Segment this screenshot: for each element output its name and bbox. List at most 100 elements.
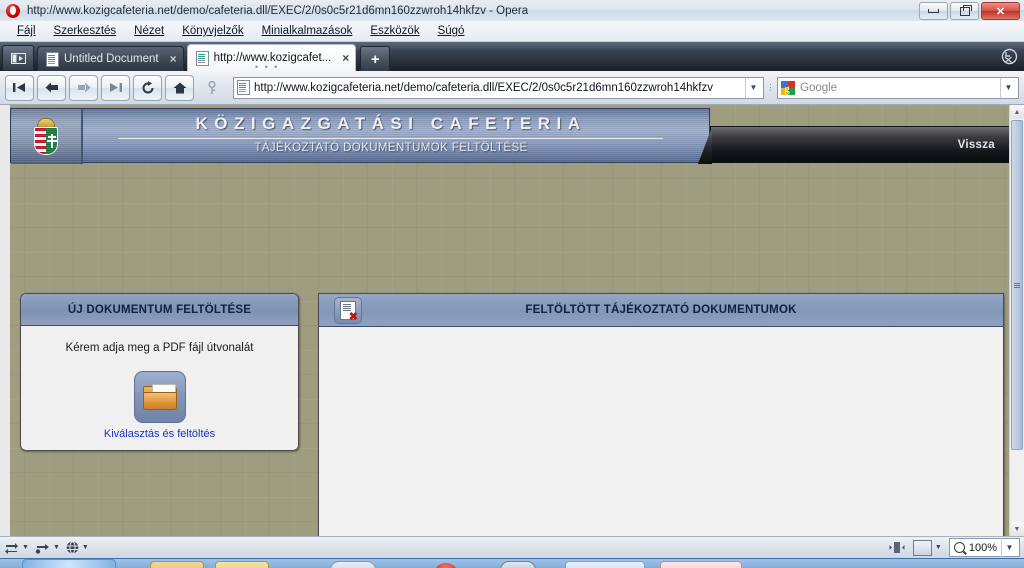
zoom-control[interactable]: 100% ▼ xyxy=(948,537,1020,558)
shield-shape xyxy=(34,126,58,155)
taskbar-start-button[interactable] xyxy=(22,559,116,568)
taskbar-item-3[interactable] xyxy=(330,561,376,568)
taskbar-item-2[interactable] xyxy=(215,561,269,568)
menu-item-help[interactable]: Súgó xyxy=(429,23,474,39)
uploaded-documents-list xyxy=(319,327,1003,536)
images-toggle-button[interactable] xyxy=(888,541,906,554)
tab-strip: Untitled Document × http://www.kozigcafe… xyxy=(0,42,1024,72)
taskbar-item-7[interactable] xyxy=(660,561,742,568)
back-button[interactable] xyxy=(37,74,66,101)
document-lines xyxy=(343,304,351,305)
document-delete-icon[interactable]: ✖ xyxy=(334,297,362,324)
delete-x-mark: ✖ xyxy=(348,311,358,323)
folder-front xyxy=(142,392,177,410)
new-tab-button[interactable]: + xyxy=(360,46,391,71)
fast-forward-button[interactable] xyxy=(101,74,130,101)
reload-icon xyxy=(142,80,153,93)
svg-text:g: g xyxy=(784,83,790,95)
menu-item-view[interactable]: Nézet xyxy=(125,23,173,39)
trash-glyph xyxy=(1001,48,1017,65)
new-document-panel-header: ÚJ DOKUMENTUM FELTÖLTÉSE xyxy=(21,294,298,326)
transfers-icon xyxy=(5,542,18,554)
fit-window-caret-icon[interactable]: ▼ xyxy=(935,544,942,551)
status-bar: ▼ ▼ ▼ ▼ 100% ▼ xyxy=(0,536,1024,558)
scroll-down-button[interactable]: ▼ xyxy=(1010,522,1024,536)
rewind-icon xyxy=(13,83,25,92)
globe-icon xyxy=(66,541,79,554)
upload-hint-text: Kérem adja meg a PDF fájl útvonalát xyxy=(65,342,254,354)
reload-button[interactable] xyxy=(133,74,162,101)
close-button[interactable]: ✕ xyxy=(981,2,1020,20)
browser-tab-2-close-icon[interactable]: × xyxy=(336,51,349,65)
taskbar-item-1[interactable] xyxy=(150,561,204,568)
address-bar-input[interactable]: http://www.kozigcafeteria.net/demo/cafet… xyxy=(254,82,741,94)
rewind-button[interactable] xyxy=(5,74,34,101)
folder-glyph xyxy=(142,384,177,410)
search-bar[interactable]: g Google ▼ xyxy=(777,76,1019,99)
scroll-up-button[interactable]: ▲ xyxy=(1010,105,1024,119)
upload-link[interactable]: Kiválasztás és feltöltés xyxy=(104,428,215,440)
menu-item-tools-label: Eszközök xyxy=(370,25,420,37)
banner-blue-plate: KÖZIGAZGATÁSI CAFETERIA TÁJÉKOZTATÓ DOKU… xyxy=(10,108,710,164)
connections-icon xyxy=(35,543,49,554)
connections-button[interactable]: ▼ xyxy=(35,542,60,554)
globe-button[interactable]: ▼ xyxy=(66,541,89,554)
page-banner: KÖZIGAZGATÁSI CAFETERIA TÁJÉKOZTATÓ DOKU… xyxy=(10,108,1010,164)
search-dropdown-icon[interactable]: ▼ xyxy=(1000,77,1016,98)
restore-button[interactable] xyxy=(950,2,979,20)
back-link[interactable]: Vissza xyxy=(958,139,995,151)
menu-item-widgets[interactable]: Minialkalmazások xyxy=(253,23,362,39)
key-icon xyxy=(207,80,216,94)
scroll-thumb[interactable] xyxy=(1011,120,1023,450)
toolbar-gripper[interactable]: ⋮ xyxy=(767,77,775,99)
taskbar-item-6[interactable] xyxy=(565,561,645,568)
opera-browser-window: http://www.kozigcafeteria.net/demo/cafet… xyxy=(0,0,1024,568)
transfers-caret-icon[interactable]: ▼ xyxy=(22,544,29,551)
windows-taskbar[interactable] xyxy=(0,558,1024,568)
trash-icon[interactable] xyxy=(997,45,1021,68)
menu-item-bookmarks[interactable]: Könyvjelzők xyxy=(173,23,252,39)
fit-window-button[interactable]: ▼ xyxy=(912,539,942,556)
taskbar-item-5[interactable] xyxy=(500,561,536,568)
browser-tab-1[interactable]: Untitled Document × xyxy=(37,46,184,71)
zoom-dropdown-icon[interactable]: ▼ xyxy=(1001,537,1017,558)
search-input[interactable]: Google xyxy=(800,82,995,94)
fast-forward-icon xyxy=(110,83,122,92)
document-delete-glyph: ✖ xyxy=(340,301,358,323)
magnifier-icon xyxy=(953,542,965,553)
address-dropdown-icon[interactable]: ▼ xyxy=(745,77,761,98)
transfers-button[interactable]: ▼ xyxy=(4,542,29,554)
menu-item-view-label: Nézet xyxy=(134,25,165,37)
status-bar-right: ▼ 100% ▼ xyxy=(888,537,1020,558)
folder-icon[interactable] xyxy=(133,371,186,423)
forward-button[interactable] xyxy=(69,74,98,101)
browser-tab-1-label: Untitled Document xyxy=(64,53,159,65)
panel-toggle-icon xyxy=(10,52,26,64)
upload-control[interactable]: Kiválasztás és feltöltés xyxy=(21,371,298,440)
title-bar: http://www.kozigcafeteria.net/demo/cafet… xyxy=(0,0,1024,22)
menu-item-help-label: Súgó xyxy=(437,25,465,37)
menu-item-edit-label: Szerkesztés xyxy=(53,25,117,37)
banner-subtitle: TÁJÉKOZTATÓ DOKUMENTUMOK FELTÖLTÉSE xyxy=(254,142,528,154)
address-bar[interactable]: http://www.kozigcafeteria.net/demo/cafet… xyxy=(233,76,764,99)
menu-item-tools[interactable]: Eszközök xyxy=(361,23,428,39)
back-arrow-icon xyxy=(45,82,58,93)
page-vertical-scrollbar[interactable]: ▲ ▼ xyxy=(1009,105,1024,536)
page-left-margin xyxy=(0,105,10,536)
home-button[interactable] xyxy=(165,74,194,101)
panel-toggle-button[interactable] xyxy=(2,45,34,71)
shield-cross xyxy=(47,133,57,148)
menu-item-bookmarks-label: Könyvjelzők xyxy=(182,25,244,37)
zoom-level-value: 100% xyxy=(968,541,997,554)
security-button[interactable] xyxy=(197,75,226,101)
connections-caret-icon[interactable]: ▼ xyxy=(53,544,60,551)
menu-item-edit[interactable]: Szerkesztés xyxy=(45,23,126,39)
globe-caret-icon[interactable]: ▼ xyxy=(82,544,89,551)
images-toggle-icon xyxy=(889,542,905,553)
menu-item-file[interactable]: Fájl xyxy=(8,23,45,39)
window-title: http://www.kozigcafeteria.net/demo/cafet… xyxy=(27,4,529,17)
taskbar-item-4[interactable] xyxy=(435,563,457,568)
browser-tab-1-close-icon[interactable]: × xyxy=(164,52,177,66)
banner-title: KÖZIGAZGATÁSI CAFETERIA xyxy=(195,114,587,133)
minimize-button[interactable] xyxy=(919,2,948,20)
